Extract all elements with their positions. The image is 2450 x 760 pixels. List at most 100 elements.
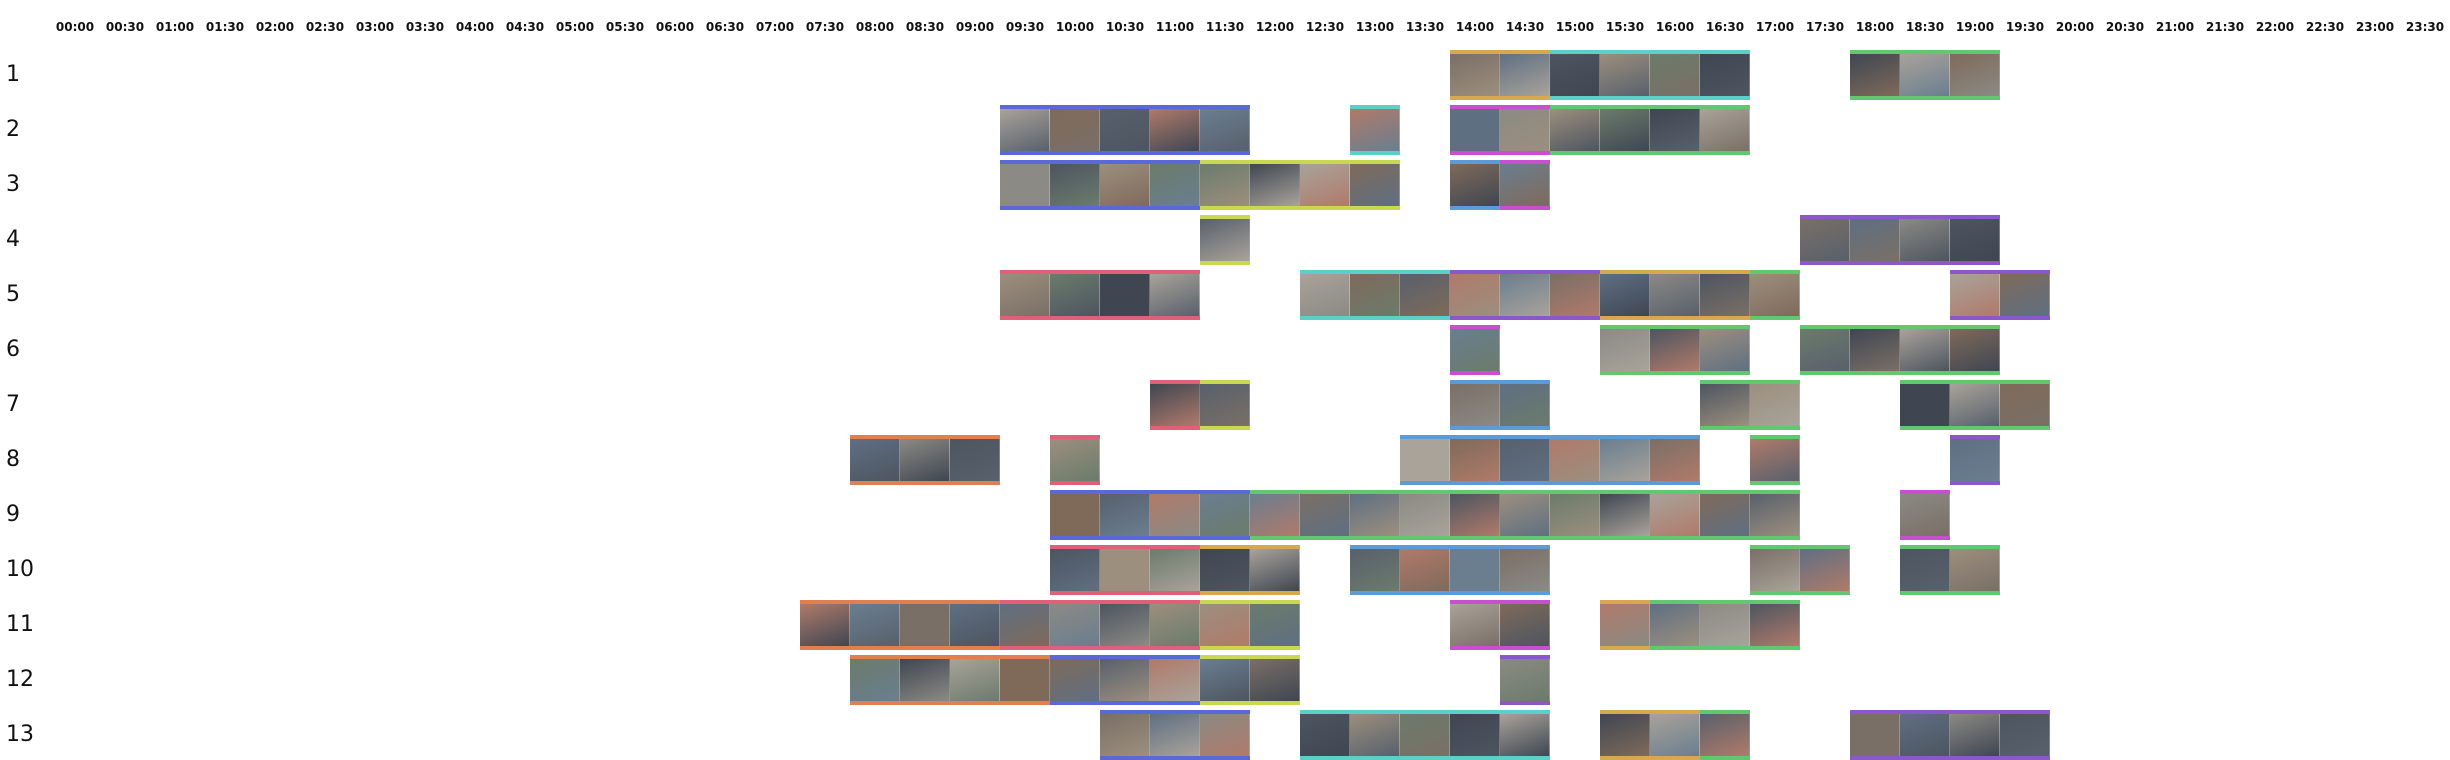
video-thumbnail[interactable] <box>1750 604 1800 646</box>
video-segment[interactable] <box>1350 105 1400 155</box>
video-segment[interactable] <box>1900 490 1950 540</box>
video-segment[interactable] <box>1450 50 1550 100</box>
video-thumbnail[interactable] <box>1450 439 1500 481</box>
video-segment[interactable] <box>1450 270 1600 320</box>
video-segment[interactable] <box>1450 600 1550 650</box>
video-thumbnail[interactable] <box>1800 219 1850 261</box>
video-segment[interactable] <box>1000 160 1200 210</box>
video-thumbnail[interactable] <box>1400 714 1450 756</box>
video-thumbnail[interactable] <box>1150 494 1200 536</box>
video-thumbnail[interactable] <box>1900 494 1950 536</box>
video-thumbnail[interactable] <box>1900 384 1950 426</box>
video-segment[interactable] <box>1450 325 1500 375</box>
video-segment[interactable] <box>1700 710 1750 760</box>
video-thumbnail[interactable] <box>1050 549 1100 591</box>
video-thumbnail[interactable] <box>1700 54 1750 96</box>
video-segment[interactable] <box>1050 545 1200 595</box>
video-thumbnail[interactable] <box>1900 329 1950 371</box>
video-thumbnail[interactable] <box>1700 274 1750 316</box>
video-thumbnail[interactable] <box>950 604 1000 646</box>
video-segment[interactable] <box>1600 710 1700 760</box>
video-segment[interactable] <box>1700 380 1800 430</box>
video-segment[interactable] <box>1500 160 1550 210</box>
video-thumbnail[interactable] <box>1550 109 1600 151</box>
video-thumbnail[interactable] <box>1650 494 1700 536</box>
video-thumbnail[interactable] <box>1250 494 1300 536</box>
video-thumbnail[interactable] <box>1750 549 1800 591</box>
video-thumbnail[interactable] <box>1600 604 1650 646</box>
video-segment[interactable] <box>1900 380 2050 430</box>
video-thumbnail[interactable] <box>1000 604 1050 646</box>
video-segment[interactable] <box>1600 325 1750 375</box>
video-thumbnail[interactable] <box>1900 54 1950 96</box>
video-thumbnail[interactable] <box>1500 274 1550 316</box>
video-segment[interactable] <box>1100 710 1250 760</box>
video-segment[interactable] <box>1200 160 1400 210</box>
video-thumbnail[interactable] <box>1200 109 1250 151</box>
video-thumbnail[interactable] <box>1450 549 1500 591</box>
video-segment[interactable] <box>1550 105 1750 155</box>
video-thumbnail[interactable] <box>1650 439 1700 481</box>
video-segment[interactable] <box>1000 270 1200 320</box>
video-segment[interactable] <box>1300 710 1550 760</box>
video-thumbnail[interactable] <box>1350 274 1400 316</box>
video-thumbnail[interactable] <box>1950 439 2000 481</box>
video-thumbnail[interactable] <box>1050 164 1100 206</box>
video-thumbnail[interactable] <box>1600 714 1650 756</box>
video-thumbnail[interactable] <box>1250 549 1300 591</box>
video-thumbnail[interactable] <box>1150 714 1200 756</box>
video-thumbnail[interactable] <box>900 439 950 481</box>
video-thumbnail[interactable] <box>1050 659 1100 701</box>
video-thumbnail[interactable] <box>1450 54 1500 96</box>
video-thumbnail[interactable] <box>1450 164 1500 206</box>
video-thumbnail[interactable] <box>1550 54 1600 96</box>
video-thumbnail[interactable] <box>1400 549 1450 591</box>
video-thumbnail[interactable] <box>1450 714 1500 756</box>
video-thumbnail[interactable] <box>1150 384 1200 426</box>
video-segment[interactable] <box>1200 545 1300 595</box>
video-thumbnail[interactable] <box>1900 714 1950 756</box>
video-thumbnail[interactable] <box>1800 549 1850 591</box>
video-segment[interactable] <box>1200 600 1300 650</box>
video-segment[interactable] <box>1450 105 1550 155</box>
video-segment[interactable] <box>1750 435 1800 485</box>
video-thumbnail[interactable] <box>2000 384 2050 426</box>
video-thumbnail[interactable] <box>1600 274 1650 316</box>
video-thumbnail[interactable] <box>1500 714 1550 756</box>
video-thumbnail[interactable] <box>1100 714 1150 756</box>
video-thumbnail[interactable] <box>900 659 950 701</box>
video-thumbnail[interactable] <box>1150 549 1200 591</box>
video-thumbnail[interactable] <box>1100 659 1150 701</box>
video-thumbnail[interactable] <box>850 439 900 481</box>
video-thumbnail[interactable] <box>1500 164 1550 206</box>
video-thumbnail[interactable] <box>1650 604 1700 646</box>
video-thumbnail[interactable] <box>1600 439 1650 481</box>
video-thumbnail[interactable] <box>1750 494 1800 536</box>
video-thumbnail[interactable] <box>1750 439 1800 481</box>
video-segment[interactable] <box>1150 380 1200 430</box>
video-segment[interactable] <box>1050 435 1100 485</box>
video-thumbnail[interactable] <box>1050 494 1100 536</box>
video-thumbnail[interactable] <box>2000 714 2050 756</box>
video-thumbnail[interactable] <box>1150 604 1200 646</box>
video-thumbnail[interactable] <box>1250 164 1300 206</box>
video-segment[interactable] <box>1750 545 1850 595</box>
video-thumbnail[interactable] <box>1200 714 1250 756</box>
video-thumbnail[interactable] <box>1950 714 2000 756</box>
video-segment[interactable] <box>1400 435 1700 485</box>
video-thumbnail[interactable] <box>1500 54 1550 96</box>
video-thumbnail[interactable] <box>1200 384 1250 426</box>
video-thumbnail[interactable] <box>1950 549 2000 591</box>
video-segment[interactable] <box>1600 270 1750 320</box>
video-thumbnail[interactable] <box>1350 494 1400 536</box>
video-thumbnail[interactable] <box>1500 109 1550 151</box>
video-thumbnail[interactable] <box>1350 164 1400 206</box>
video-thumbnail[interactable] <box>1100 549 1150 591</box>
video-thumbnail[interactable] <box>1500 659 1550 701</box>
video-thumbnail[interactable] <box>1300 714 1350 756</box>
video-thumbnail[interactable] <box>1400 439 1450 481</box>
video-segment[interactable] <box>1200 655 1300 705</box>
video-segment[interactable] <box>1200 380 1250 430</box>
video-thumbnail[interactable] <box>1200 494 1250 536</box>
video-thumbnail[interactable] <box>1500 604 1550 646</box>
